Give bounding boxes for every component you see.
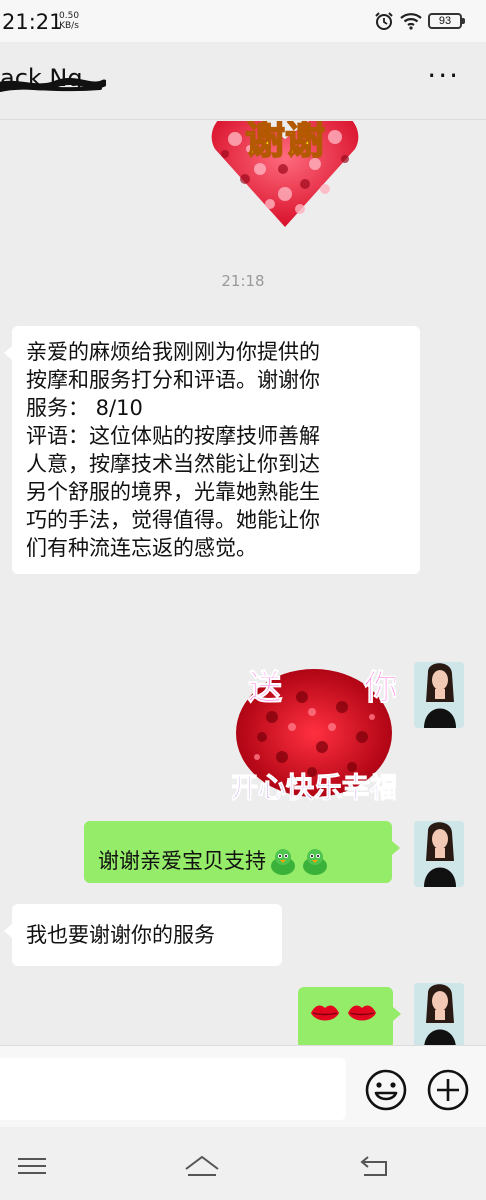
chat-area[interactable]: 谢谢 21:18 亲爱的麻烦给我刚刚为你提供的 按摩和服务打分和评语。谢谢你 服…	[0, 121, 486, 1045]
home-icon[interactable]	[182, 1151, 222, 1181]
roses-sticker[interactable]: 送 你 开心快乐幸福	[232, 657, 396, 805]
emoji-icon[interactable]	[364, 1068, 408, 1112]
lips-emoji	[347, 1005, 376, 1021]
status-icons: 93	[374, 11, 465, 31]
message-text: 亲爱的麻烦给我刚刚为你提供的 按摩和服务打分和评语。谢谢你 服务： 8/10 评…	[26, 340, 320, 560]
chat-header: ack Ng ···	[0, 42, 486, 120]
avatar[interactable]	[414, 821, 464, 887]
system-nav-bar	[0, 1127, 486, 1200]
avatar-image	[414, 662, 464, 728]
message-text: 我也要谢谢你的服务	[26, 923, 215, 947]
sent-message-bubble[interactable]: 谢谢亲爱宝贝支持	[84, 821, 400, 883]
back-icon[interactable]	[356, 1151, 396, 1181]
sticker-roses-top-left: 送	[248, 668, 282, 708]
network-speed-value: 0.50	[59, 11, 80, 21]
battery-icon: 93	[428, 13, 465, 29]
input-bar	[0, 1045, 486, 1127]
alarm-icon	[375, 12, 393, 30]
plus-icon[interactable]	[426, 1068, 470, 1112]
sticker-roses-top-right: 你	[363, 668, 396, 708]
received-message-bubble[interactable]: 我也要谢谢你的服务	[4, 904, 282, 966]
green-bird-emoji	[303, 848, 327, 875]
green-bird-emoji	[271, 848, 295, 875]
message-input[interactable]	[0, 1058, 346, 1120]
lips-emoji	[311, 1005, 339, 1021]
avatar-image	[414, 983, 464, 1045]
network-speed: 0.50 KB/s	[59, 11, 79, 31]
heart-sticker[interactable]: 谢谢	[205, 121, 365, 229]
battery-level: 93	[438, 15, 452, 27]
avatar[interactable]	[414, 983, 464, 1045]
received-message-bubble[interactable]: 亲爱的麻烦给我刚刚为你提供的 按摩和服务打分和评语。谢谢你 服务： 8/10 评…	[4, 326, 420, 574]
more-button[interactable]: ···	[427, 62, 460, 90]
status-bar: 21:21 0.50 KB/s 93	[0, 0, 486, 42]
status-time: 21:21	[2, 10, 63, 34]
sticker-roses-bottom: 开心快乐幸福	[232, 771, 396, 804]
avatar-image	[414, 821, 464, 887]
redaction-scribble	[0, 78, 106, 92]
wifi-icon	[400, 13, 422, 30]
network-speed-unit: KB/s	[59, 21, 79, 31]
sticker-thanks-text: 谢谢	[245, 121, 325, 163]
message-timestamp: 21:18	[221, 272, 265, 290]
avatar[interactable]	[414, 662, 464, 728]
menu-icon[interactable]	[14, 1151, 54, 1181]
sent-message-bubble[interactable]	[298, 987, 401, 1045]
message-text: 谢谢亲爱宝贝支持	[98, 848, 266, 873]
